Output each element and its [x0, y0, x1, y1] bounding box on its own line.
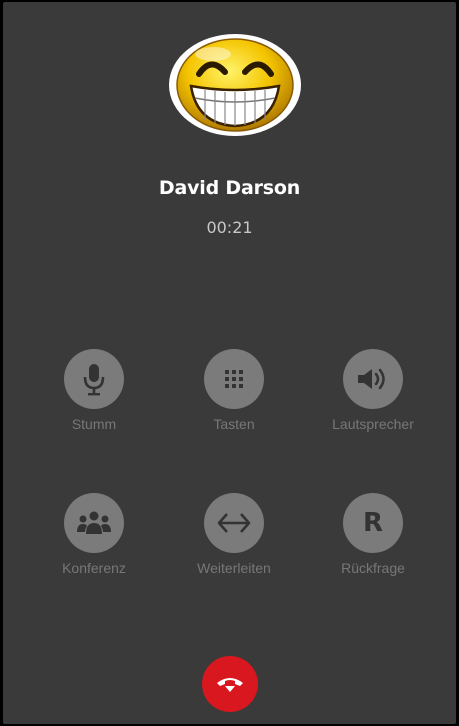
keypad-label: Tasten	[213, 416, 255, 432]
transfer-button[interactable]	[204, 493, 264, 553]
consult-button[interactable]: R	[343, 493, 403, 553]
keypad-button[interactable]	[204, 349, 264, 409]
conference-button[interactable]	[64, 493, 124, 553]
speaker-button[interactable]	[343, 349, 403, 409]
keypad-action: Tasten	[174, 349, 294, 432]
hang-up-button[interactable]	[202, 656, 258, 712]
group-icon	[77, 511, 111, 534]
speaker-label: Lautsprecher	[332, 416, 414, 432]
consult-action: R Rückfrage	[313, 493, 433, 576]
consult-label: Rückfrage	[341, 560, 405, 576]
keypad-icon	[225, 370, 243, 388]
conference-label: Konferenz	[62, 560, 126, 576]
mute-action: Stumm	[34, 349, 154, 432]
transfer-arrows-icon	[217, 513, 251, 533]
mute-label: Stumm	[71, 416, 117, 432]
hang-up-phone-icon	[217, 678, 243, 692]
call-duration: 00:21	[206, 218, 253, 237]
caller-name: David Darson	[158, 177, 301, 199]
call-screen: David Darson 00:21 Stumm Tasten Lautspre…	[3, 2, 456, 724]
r-letter-icon: R	[362, 508, 384, 538]
transfer-action: Weiterleiten	[174, 493, 294, 576]
speaker-action: Lautsprecher	[313, 349, 433, 432]
grinning-smiley-icon	[176, 38, 294, 132]
conference-action: Konferenz	[34, 493, 154, 576]
microphone-icon	[83, 364, 105, 396]
caller-avatar	[169, 34, 301, 136]
transfer-label: Weiterleiten	[197, 560, 271, 576]
mute-button[interactable]	[64, 349, 124, 409]
speaker-icon	[358, 368, 385, 390]
